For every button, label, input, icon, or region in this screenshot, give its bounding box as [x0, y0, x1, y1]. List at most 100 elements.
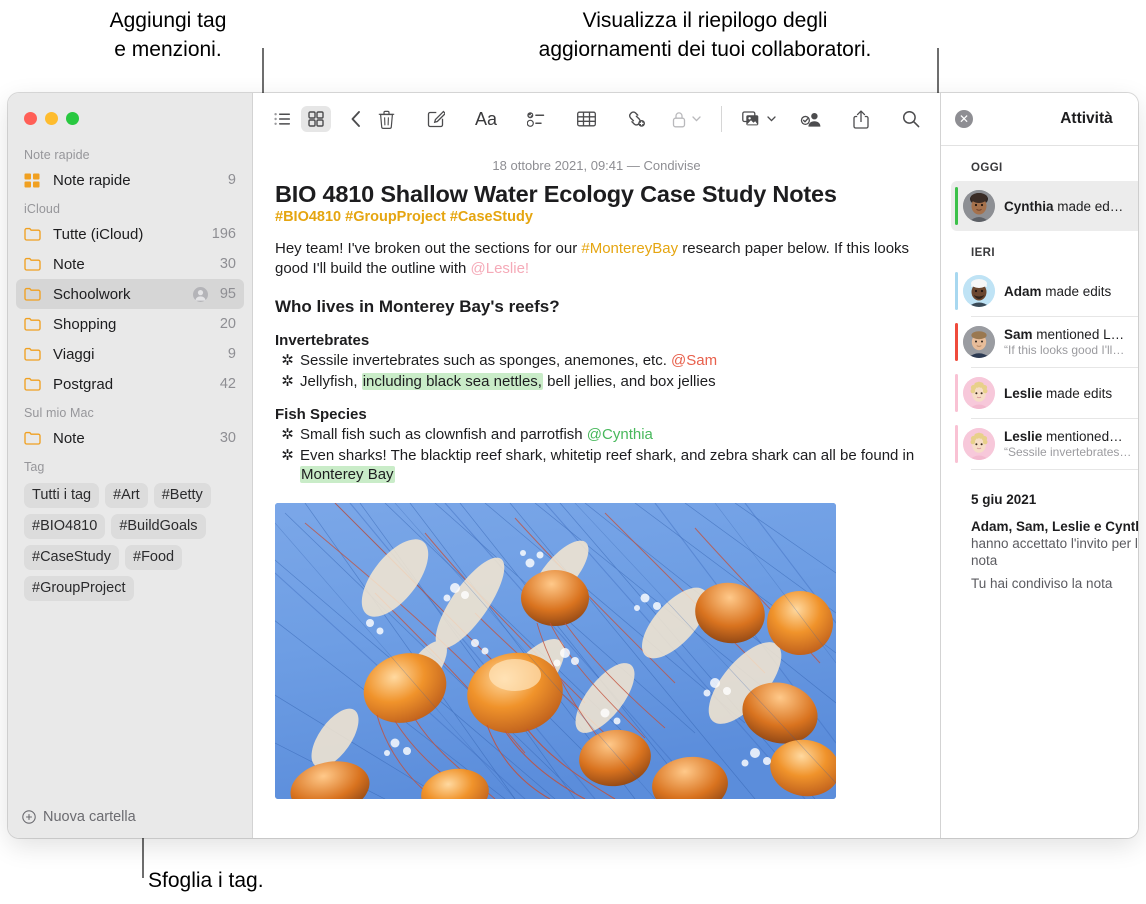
- bullet-post: bell jellies, and box jellies: [542, 372, 716, 390]
- tag-chip[interactable]: #Food: [125, 545, 183, 570]
- lock-icon[interactable]: [671, 106, 701, 132]
- activity-action: mentioned…: [1042, 429, 1123, 444]
- folder-icon: [24, 315, 45, 333]
- activity-item[interactable]: Leslie mentioned… “Sessile invertebrates……: [951, 419, 1138, 469]
- sidebar-section-label: iCloud: [24, 202, 61, 216]
- media-icon[interactable]: [742, 106, 776, 132]
- minimize-window-button[interactable]: [45, 112, 58, 125]
- sidebar-item-count: 9: [227, 346, 236, 362]
- tag-chip[interactable]: Tutti i tag: [24, 483, 100, 508]
- sidebar-item-note-rapide[interactable]: Note rapide 9: [16, 165, 244, 195]
- activity-history-item: Tu hai condiviso la nota14:42: [941, 572, 1138, 595]
- folder-icon: [24, 227, 41, 241]
- list-item: ✲ Small fish such as clownfish and parro…: [275, 425, 918, 445]
- avatar: [963, 428, 995, 460]
- note-date: 18 ottobre 2021, 09:41 — Condivise: [492, 158, 701, 173]
- note-tags-line[interactable]: #BIO4810 #GroupProject #CaseStudy: [275, 209, 918, 225]
- mention-leslie[interactable]: @Leslie!: [471, 260, 530, 277]
- format-aa-icon[interactable]: Aa: [471, 106, 501, 132]
- hashtag-montereybay[interactable]: #MontereyBay: [581, 240, 678, 257]
- table-icon[interactable]: [571, 106, 601, 132]
- activity-day-label: OGGI: [971, 162, 1003, 174]
- sidebar-item-label: Note: [53, 429, 85, 447]
- bullet-text: Sessile invertebrates such as sponges, a…: [300, 351, 918, 371]
- window-controls[interactable]: [24, 112, 79, 125]
- bullet-asterisk: ✲: [281, 446, 294, 464]
- activity-history-names: Adam, Sam, Leslie e Cynthia: [971, 519, 1138, 534]
- sidebar-item-count: 95: [219, 286, 236, 302]
- sidebar-item-tutte-icloud[interactable]: Tutte (iCloud) 196: [16, 219, 244, 249]
- bullet-list-fish: ✲ Small fish such as clownfish and parro…: [275, 425, 918, 485]
- close-window-button[interactable]: [24, 112, 37, 125]
- folder-icon: [24, 255, 45, 273]
- collaborate-icon[interactable]: [796, 106, 826, 132]
- bullet-asterisk: ✲: [281, 372, 294, 390]
- mention-cynthia[interactable]: @Cynthia: [587, 426, 653, 443]
- avatar: [963, 377, 995, 409]
- trash-icon[interactable]: [371, 106, 401, 132]
- avatar: [963, 190, 995, 222]
- chevron-down-icon: [767, 116, 776, 122]
- list-view-icon[interactable]: [267, 106, 297, 132]
- activity-item[interactable]: Sam mentioned L… “If this looks good I'll…: [951, 317, 1138, 367]
- checklist-icon[interactable]: [521, 106, 551, 132]
- share-icon[interactable]: [846, 106, 876, 132]
- sidebar-item-postgrad[interactable]: Postgrad 42: [16, 369, 244, 399]
- folder-icon: [24, 429, 45, 447]
- highlighted-text: including black sea nettles,: [361, 372, 543, 390]
- mention-sam[interactable]: @Sam: [671, 352, 717, 369]
- compose-icon[interactable]: [421, 106, 451, 132]
- activity-history-text: Tu hai condiviso la nota: [971, 575, 1138, 592]
- zoom-window-button[interactable]: [66, 112, 79, 125]
- activity-action: mentioned L…: [1032, 327, 1125, 342]
- close-icon[interactable]: ✕: [955, 110, 973, 128]
- sidebar-section-label-tag: Tag: [24, 460, 45, 474]
- tag-chip[interactable]: #GroupProject: [24, 576, 134, 601]
- activity-line: Sam mentioned L…: [1004, 327, 1138, 342]
- back-chevron-icon[interactable]: [341, 106, 371, 132]
- folder-icon: [24, 375, 45, 393]
- activity-item[interactable]: Cynthia made ed…09:41: [951, 181, 1138, 231]
- activity-text: Leslie made edits: [1004, 386, 1138, 401]
- plus-circle-icon: [22, 810, 36, 824]
- tag-chip[interactable]: #BuildGoals: [111, 514, 206, 539]
- activity-item[interactable]: Adam made edits17:47: [951, 266, 1138, 316]
- activity-person-name: Leslie: [1004, 385, 1043, 401]
- tag-chip[interactable]: #BIO4810: [24, 514, 106, 539]
- activity-person-name: Sam: [1004, 327, 1033, 342]
- folder-icon: [24, 347, 41, 361]
- sidebar-item-note[interactable]: Note 30: [16, 423, 244, 453]
- tag-chip[interactable]: #Betty: [153, 483, 211, 508]
- search-icon[interactable]: [896, 106, 926, 132]
- activity-history-item: Adam, Sam, Leslie e Cynthia hanno accett…: [941, 515, 1138, 572]
- activity-line: Adam made edits: [1004, 284, 1138, 299]
- activity-line: Leslie made edits: [1004, 386, 1138, 401]
- activity-history-rest: hanno accettato l'invito per la nota: [971, 536, 1138, 568]
- screenshot-root: Aggiungi tag e menzioni. Visualizza il r…: [0, 0, 1146, 904]
- sidebar-item-note[interactable]: Note 30: [16, 249, 244, 279]
- toolbar-left-group: [253, 106, 371, 132]
- new-folder-button[interactable]: Nuova cartella: [8, 796, 252, 838]
- link-add-icon[interactable]: [621, 106, 651, 132]
- sidebar-item-schoolwork[interactable]: Schoolwork 95: [16, 279, 244, 309]
- note-title[interactable]: BIO 4810 Shallow Water Ecology Case Stud…: [275, 181, 918, 208]
- avatar: [963, 275, 995, 307]
- activity-color-bar: [955, 323, 958, 361]
- activity-text: Adam made edits: [1004, 284, 1138, 299]
- tag-chip[interactable]: #Art: [105, 483, 148, 508]
- activity-person-name: Leslie: [1004, 429, 1043, 444]
- bullet-text: Jellyfish, including black sea nettles, …: [300, 372, 918, 392]
- jellyfish-photo[interactable]: [275, 502, 836, 799]
- sidebar: Note rapide Note rapide 9 iCloud Tutte (iClo…: [8, 93, 252, 838]
- note-content: 18 ottobre 2021, 09:41 — Condivise BIO 4…: [253, 145, 940, 838]
- sidebar-item-shopping[interactable]: Shopping 20: [16, 309, 244, 339]
- folder-icon: [24, 257, 41, 271]
- tag-chip[interactable]: #CaseStudy: [24, 545, 119, 570]
- note-intro-paragraph[interactable]: Hey team! I've broken out the sections f…: [275, 239, 918, 279]
- folder-icon: [24, 285, 45, 303]
- callout-top-right: Visualizza il riepilogo degli aggiorname…: [538, 9, 872, 61]
- sidebar-item-viaggi[interactable]: Viaggi 9: [16, 339, 244, 369]
- activity-history-text: Adam, Sam, Leslie e Cynthia hanno accett…: [971, 518, 1138, 569]
- gallery-view-icon[interactable]: [301, 106, 331, 132]
- activity-item[interactable]: Leslie made edits14:32: [951, 368, 1138, 418]
